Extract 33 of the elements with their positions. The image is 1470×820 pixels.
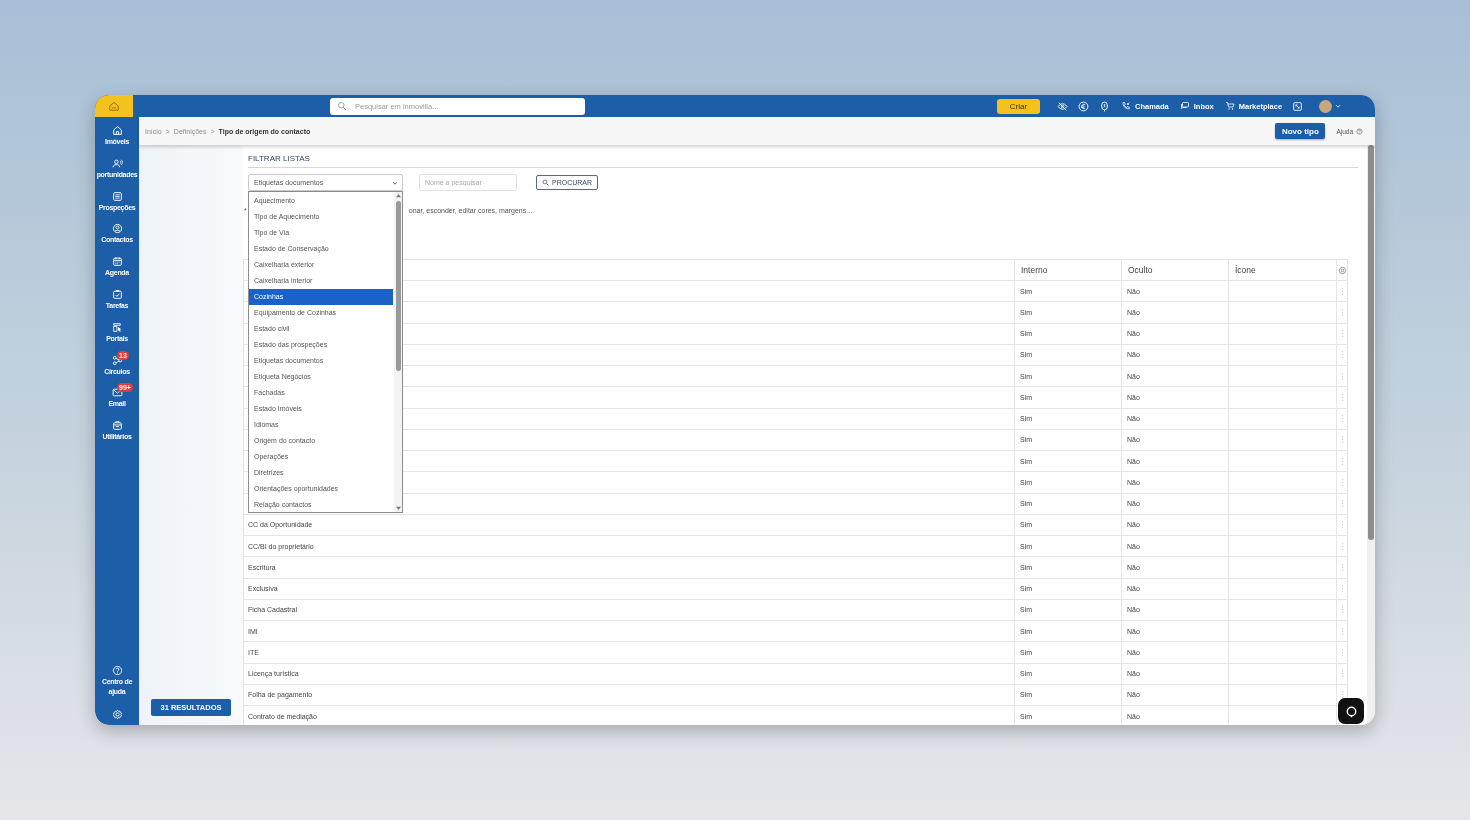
expand-icon[interactable] xyxy=(1292,100,1304,112)
euro-icon[interactable] xyxy=(1078,100,1089,112)
chat-button[interactable] xyxy=(1338,698,1364,724)
house-icon[interactable] xyxy=(108,100,120,112)
chat-bubble-icon xyxy=(1344,704,1358,718)
column-header: Oculto xyxy=(1122,260,1229,280)
settings-icon[interactable] xyxy=(1337,265,1347,275)
avatar[interactable] xyxy=(1319,99,1333,113)
checklist-icon xyxy=(111,289,123,300)
chevron-down-icon[interactable] xyxy=(1334,102,1343,110)
search-icon xyxy=(337,101,347,111)
settings-icon xyxy=(111,709,123,720)
eye-off-icon[interactable] xyxy=(1057,100,1068,112)
help-icon xyxy=(111,665,123,676)
create-button[interactable]: Criar xyxy=(997,98,1040,114)
calendar-icon xyxy=(111,256,123,268)
search-icon xyxy=(541,179,549,186)
cart-icon xyxy=(1224,101,1235,111)
person-icon xyxy=(111,157,123,169)
column-header: Interno xyxy=(1015,260,1122,280)
portal-icon xyxy=(111,321,123,333)
column-header: Ícone xyxy=(1229,260,1337,280)
scrollbar[interactable] xyxy=(1367,145,1375,725)
help-icon xyxy=(1356,127,1363,135)
user-circle-icon xyxy=(111,223,123,235)
home-icon xyxy=(111,125,123,136)
section-title: FILTRAR LISTAS xyxy=(248,152,310,164)
scrollbar[interactable] xyxy=(394,192,402,512)
list-icon xyxy=(111,190,123,202)
chat-icon xyxy=(1179,101,1190,111)
scroll-down-icon[interactable] xyxy=(394,505,402,512)
briefcase-icon xyxy=(111,420,123,432)
new-type-button[interactable]: Novo tipo xyxy=(1275,123,1326,139)
